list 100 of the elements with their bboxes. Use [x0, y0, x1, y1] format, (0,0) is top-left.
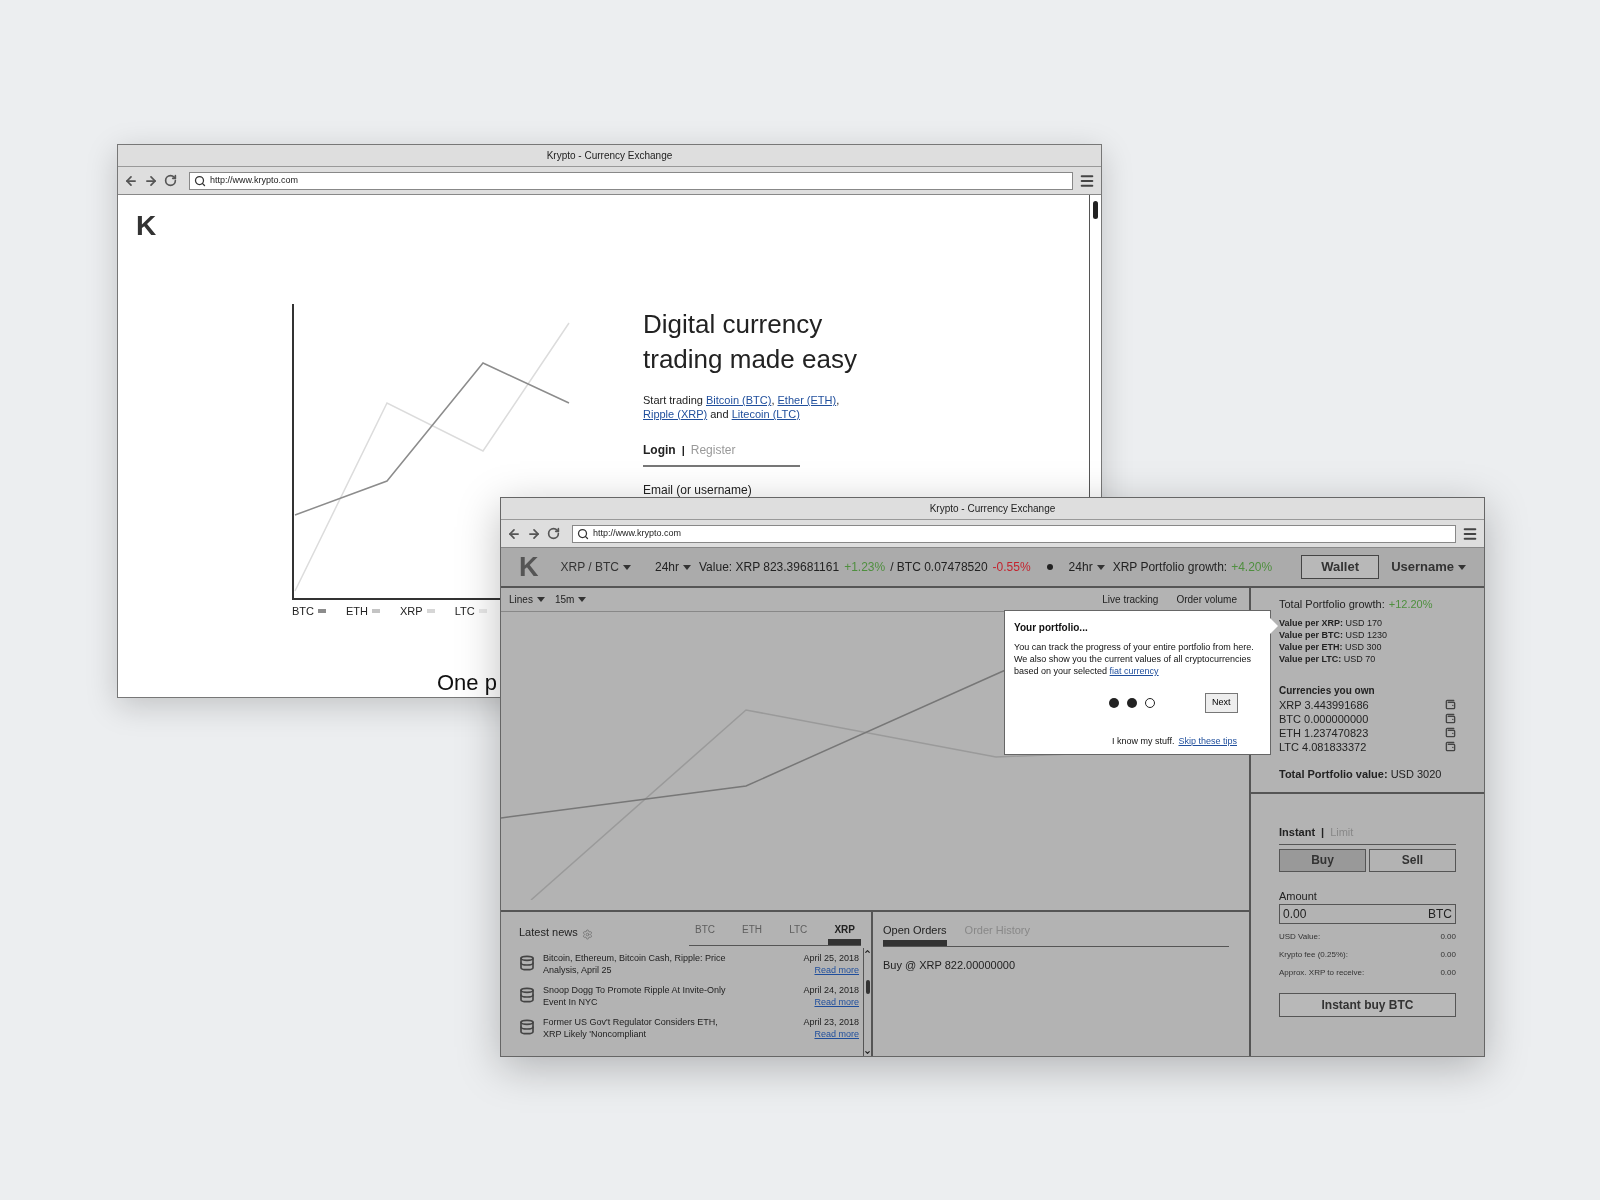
- auth-tab[interactable]: Login: [643, 441, 676, 459]
- ticker-text: / BTC 0.07478520: [890, 559, 988, 576]
- holding-amount: LTC 4.081833372: [1279, 739, 1367, 754]
- read-more-link[interactable]: Read more: [814, 964, 859, 976]
- read-more-link[interactable]: Read more: [814, 1028, 859, 1040]
- caret-icon: [1096, 564, 1105, 570]
- forward-icon[interactable]: [527, 526, 541, 541]
- read-more-link[interactable]: Read more: [814, 996, 859, 1008]
- legend-label: XRP: [400, 604, 423, 619]
- url-text: http://www.krypto.com: [210, 173, 299, 187]
- portfolio-growth-label: Total Portfolio growth:: [1279, 597, 1385, 612]
- news-date: April 25, 2018: [803, 952, 859, 964]
- news-tab[interactable]: XRP: [828, 922, 861, 945]
- scrollbar[interactable]: [863, 948, 871, 1056]
- caret-icon: [536, 597, 545, 602]
- reload-icon[interactable]: [547, 527, 560, 540]
- search-icon: [577, 527, 589, 540]
- fiat-currency-link[interactable]: fiat currency: [1109, 666, 1159, 676]
- value-per-coin: Value per ETH: USD 300: [1279, 640, 1383, 653]
- holding-amount: ETH 1.237470823: [1279, 725, 1369, 740]
- reload-icon[interactable]: [164, 174, 177, 187]
- window-title: Krypto - Currency Exchange: [546, 149, 673, 163]
- news-date: April 23, 2018: [803, 1016, 859, 1028]
- amount-field[interactable]: 0.00 BTC: [1279, 904, 1456, 924]
- forward-icon[interactable]: [144, 173, 158, 188]
- address-field[interactable]: http://www.krypto.com: [572, 524, 1456, 543]
- period-dropdown[interactable]: 24hr: [1068, 558, 1105, 576]
- news-headline: Snoop Dogg To Promote Ripple At Invite-Only Event In NYC: [543, 984, 727, 1008]
- caret-icon: [683, 564, 691, 570]
- order-row-text: Buy @ XRP 822.00000000: [883, 957, 1017, 973]
- news-date: April 24, 2018: [803, 984, 859, 996]
- caret-icon: [578, 597, 587, 602]
- legend-label: LTC: [454, 604, 475, 619]
- search-icon: [194, 174, 206, 187]
- ticker-text: +1.23%: [844, 559, 886, 576]
- wallet-icon[interactable]: [1445, 727, 1456, 738]
- summary-value: 0.00: [1440, 949, 1456, 961]
- caret-icon: [1458, 564, 1466, 570]
- logo: K: [136, 210, 157, 241]
- user-menu[interactable]: Username: [1391, 557, 1466, 577]
- hero-heading: Digital currency trading made easy: [643, 308, 858, 376]
- chart-dropdown[interactable]: 15m: [554, 592, 587, 607]
- coin-stack-icon: [519, 1019, 535, 1035]
- summary-label: USD Value:: [1279, 931, 1321, 943]
- coin-stack-icon: [519, 955, 535, 971]
- value-per-coin: Value per BTC: USD 1230: [1279, 628, 1389, 641]
- url-text: http://www.krypto.com: [593, 526, 682, 540]
- back-icon[interactable]: [507, 526, 521, 541]
- intro-text: Start trading Bitcoin (BTC), Ether (ETH), Ripple (XRP) and Litecoin (LTC): [643, 393, 841, 421]
- scroll-down-icon[interactable]: [864, 1049, 871, 1056]
- field-label: Email (or username): [643, 482, 753, 499]
- wallet-button[interactable]: Wallet: [1301, 555, 1380, 579]
- summary-label: Krypto fee (0.25%):: [1279, 949, 1348, 961]
- back-icon[interactable]: [124, 173, 138, 188]
- holdings-title: Currencies you own: [1279, 683, 1376, 698]
- portfolio-growth-value: +12.20%: [1388, 597, 1433, 612]
- tab-separator: |: [1321, 825, 1325, 840]
- trade-side-button[interactable]: Buy: [1279, 848, 1366, 872]
- tip-title: Your portfolio...: [1014, 621, 1089, 635]
- chart-dropdown[interactable]: Lines: [509, 592, 545, 607]
- coin-stack-icon: [519, 987, 535, 1003]
- field-label: Amount: [1279, 888, 1318, 904]
- portfolio-total: Total Portfolio value: USD 3020: [1279, 766, 1443, 782]
- next-button[interactable]: Next: [1205, 693, 1238, 713]
- news-headline: Bitcoin, Ethereum, Bitcoin Cash, Ripple: Price Analysis, April 25: [543, 952, 727, 976]
- legend-label: BTC: [292, 604, 314, 619]
- chart-option[interactable]: Live tracking: [1102, 592, 1159, 607]
- news-title: Latest news: [519, 924, 578, 940]
- chart-option[interactable]: Order volume: [1176, 592, 1237, 607]
- pair-dropdown[interactable]: XRP / BTC: [560, 558, 631, 576]
- instant-buy-button[interactable]: Instant buy BTC: [1279, 993, 1456, 1017]
- value-per-coin: Value per LTC: USD 70: [1279, 652, 1377, 665]
- ticker-text: -0.55%: [992, 559, 1031, 576]
- wallet-icon[interactable]: [1445, 699, 1456, 710]
- growth-label: XRP Portfolio growth:: [1112, 559, 1228, 576]
- tab-separator: |: [681, 442, 685, 458]
- logo: K: [519, 550, 539, 584]
- skip-tips-link[interactable]: Skip these tips: [1178, 734, 1237, 748]
- orders-tab[interactable]: Open Orders: [883, 922, 947, 946]
- summary-value: 0.00: [1440, 931, 1456, 943]
- menu-icon[interactable]: [1462, 525, 1478, 542]
- trade-side-button[interactable]: Sell: [1369, 848, 1456, 872]
- growth-value: +4.20%: [1231, 559, 1273, 576]
- wallet-icon[interactable]: [1445, 713, 1456, 724]
- legend-label: ETH: [346, 604, 368, 619]
- wallet-icon[interactable]: [1445, 741, 1456, 752]
- holding-amount: BTC 0.000000000: [1279, 711, 1369, 726]
- menu-icon[interactable]: [1079, 172, 1095, 189]
- unit-label: BTC: [1428, 906, 1452, 923]
- currency-link[interactable]: Ripple (XRP): [643, 408, 708, 420]
- scroll-up-icon[interactable]: [864, 948, 871, 955]
- currency-link[interactable]: Litecoin (LTC): [731, 408, 800, 420]
- trade-mode-tab[interactable]: Instant: [1279, 824, 1316, 841]
- window-title: Krypto - Currency Exchange: [929, 502, 1056, 516]
- period-dropdown[interactable]: 24hr: [654, 558, 691, 576]
- holding-amount: XRP 3.443991686: [1279, 697, 1369, 712]
- tip-body: You can track the progress of your entire portfolio from here. We also show you the current values of all cryptocurrencies based on your selected fiat currency: [1014, 641, 1254, 677]
- address-field[interactable]: http://www.krypto.com: [189, 171, 1073, 190]
- summary-value: 0.00: [1440, 967, 1456, 979]
- summary-label: Approx. XRP to receive:: [1279, 967, 1365, 979]
